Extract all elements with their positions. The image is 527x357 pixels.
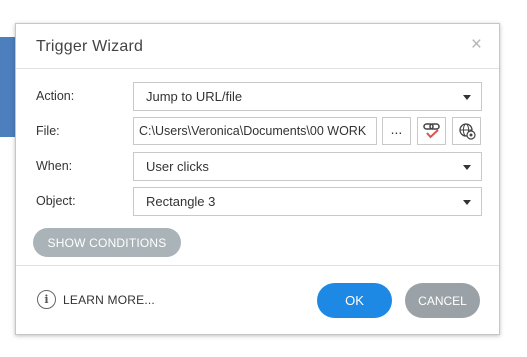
link-check-button[interactable] (417, 117, 446, 145)
link-check-icon (422, 123, 440, 139)
when-label: When: (36, 159, 73, 173)
trigger-wizard-dialog: Trigger Wizard × Action: Jump to URL/fil… (15, 23, 500, 335)
learn-more-link[interactable]: i LEARN MORE... (37, 290, 155, 309)
file-path-value: C:\Users\Veronica\Documents\00 WORK (139, 124, 367, 138)
action-label: Action: (36, 89, 75, 103)
file-path-input[interactable]: C:\Users\Veronica\Documents\00 WORK (133, 117, 377, 145)
action-value: Jump to URL/file (146, 89, 243, 104)
dialog-header: Trigger Wizard × (16, 24, 499, 69)
object-value: Rectangle 3 (146, 194, 216, 209)
when-value: User clicks (146, 159, 209, 174)
footer-divider (16, 265, 499, 266)
browse-button[interactable]: ... (382, 117, 411, 145)
show-conditions-button[interactable]: SHOW CONDITIONS (33, 228, 181, 257)
close-icon[interactable]: × (471, 35, 482, 55)
chevron-down-icon (463, 95, 471, 100)
learn-more-label: LEARN MORE... (63, 292, 155, 307)
chevron-down-icon (463, 200, 471, 205)
ok-button[interactable]: OK (317, 283, 392, 318)
chevron-down-icon (463, 165, 471, 170)
web-object-button[interactable] (452, 117, 481, 145)
globe-settings-icon (458, 123, 476, 140)
action-select[interactable]: Jump to URL/file (133, 82, 482, 111)
browse-label: ... (390, 121, 403, 137)
object-label: Object: (36, 194, 76, 208)
file-label: File: (36, 124, 60, 138)
object-select[interactable]: Rectangle 3 (133, 187, 482, 216)
when-select[interactable]: User clicks (133, 152, 482, 181)
dialog-title: Trigger Wizard (36, 38, 144, 55)
info-icon: i (37, 290, 56, 309)
cancel-button[interactable]: CANCEL (405, 283, 480, 318)
background-panel (0, 37, 16, 137)
